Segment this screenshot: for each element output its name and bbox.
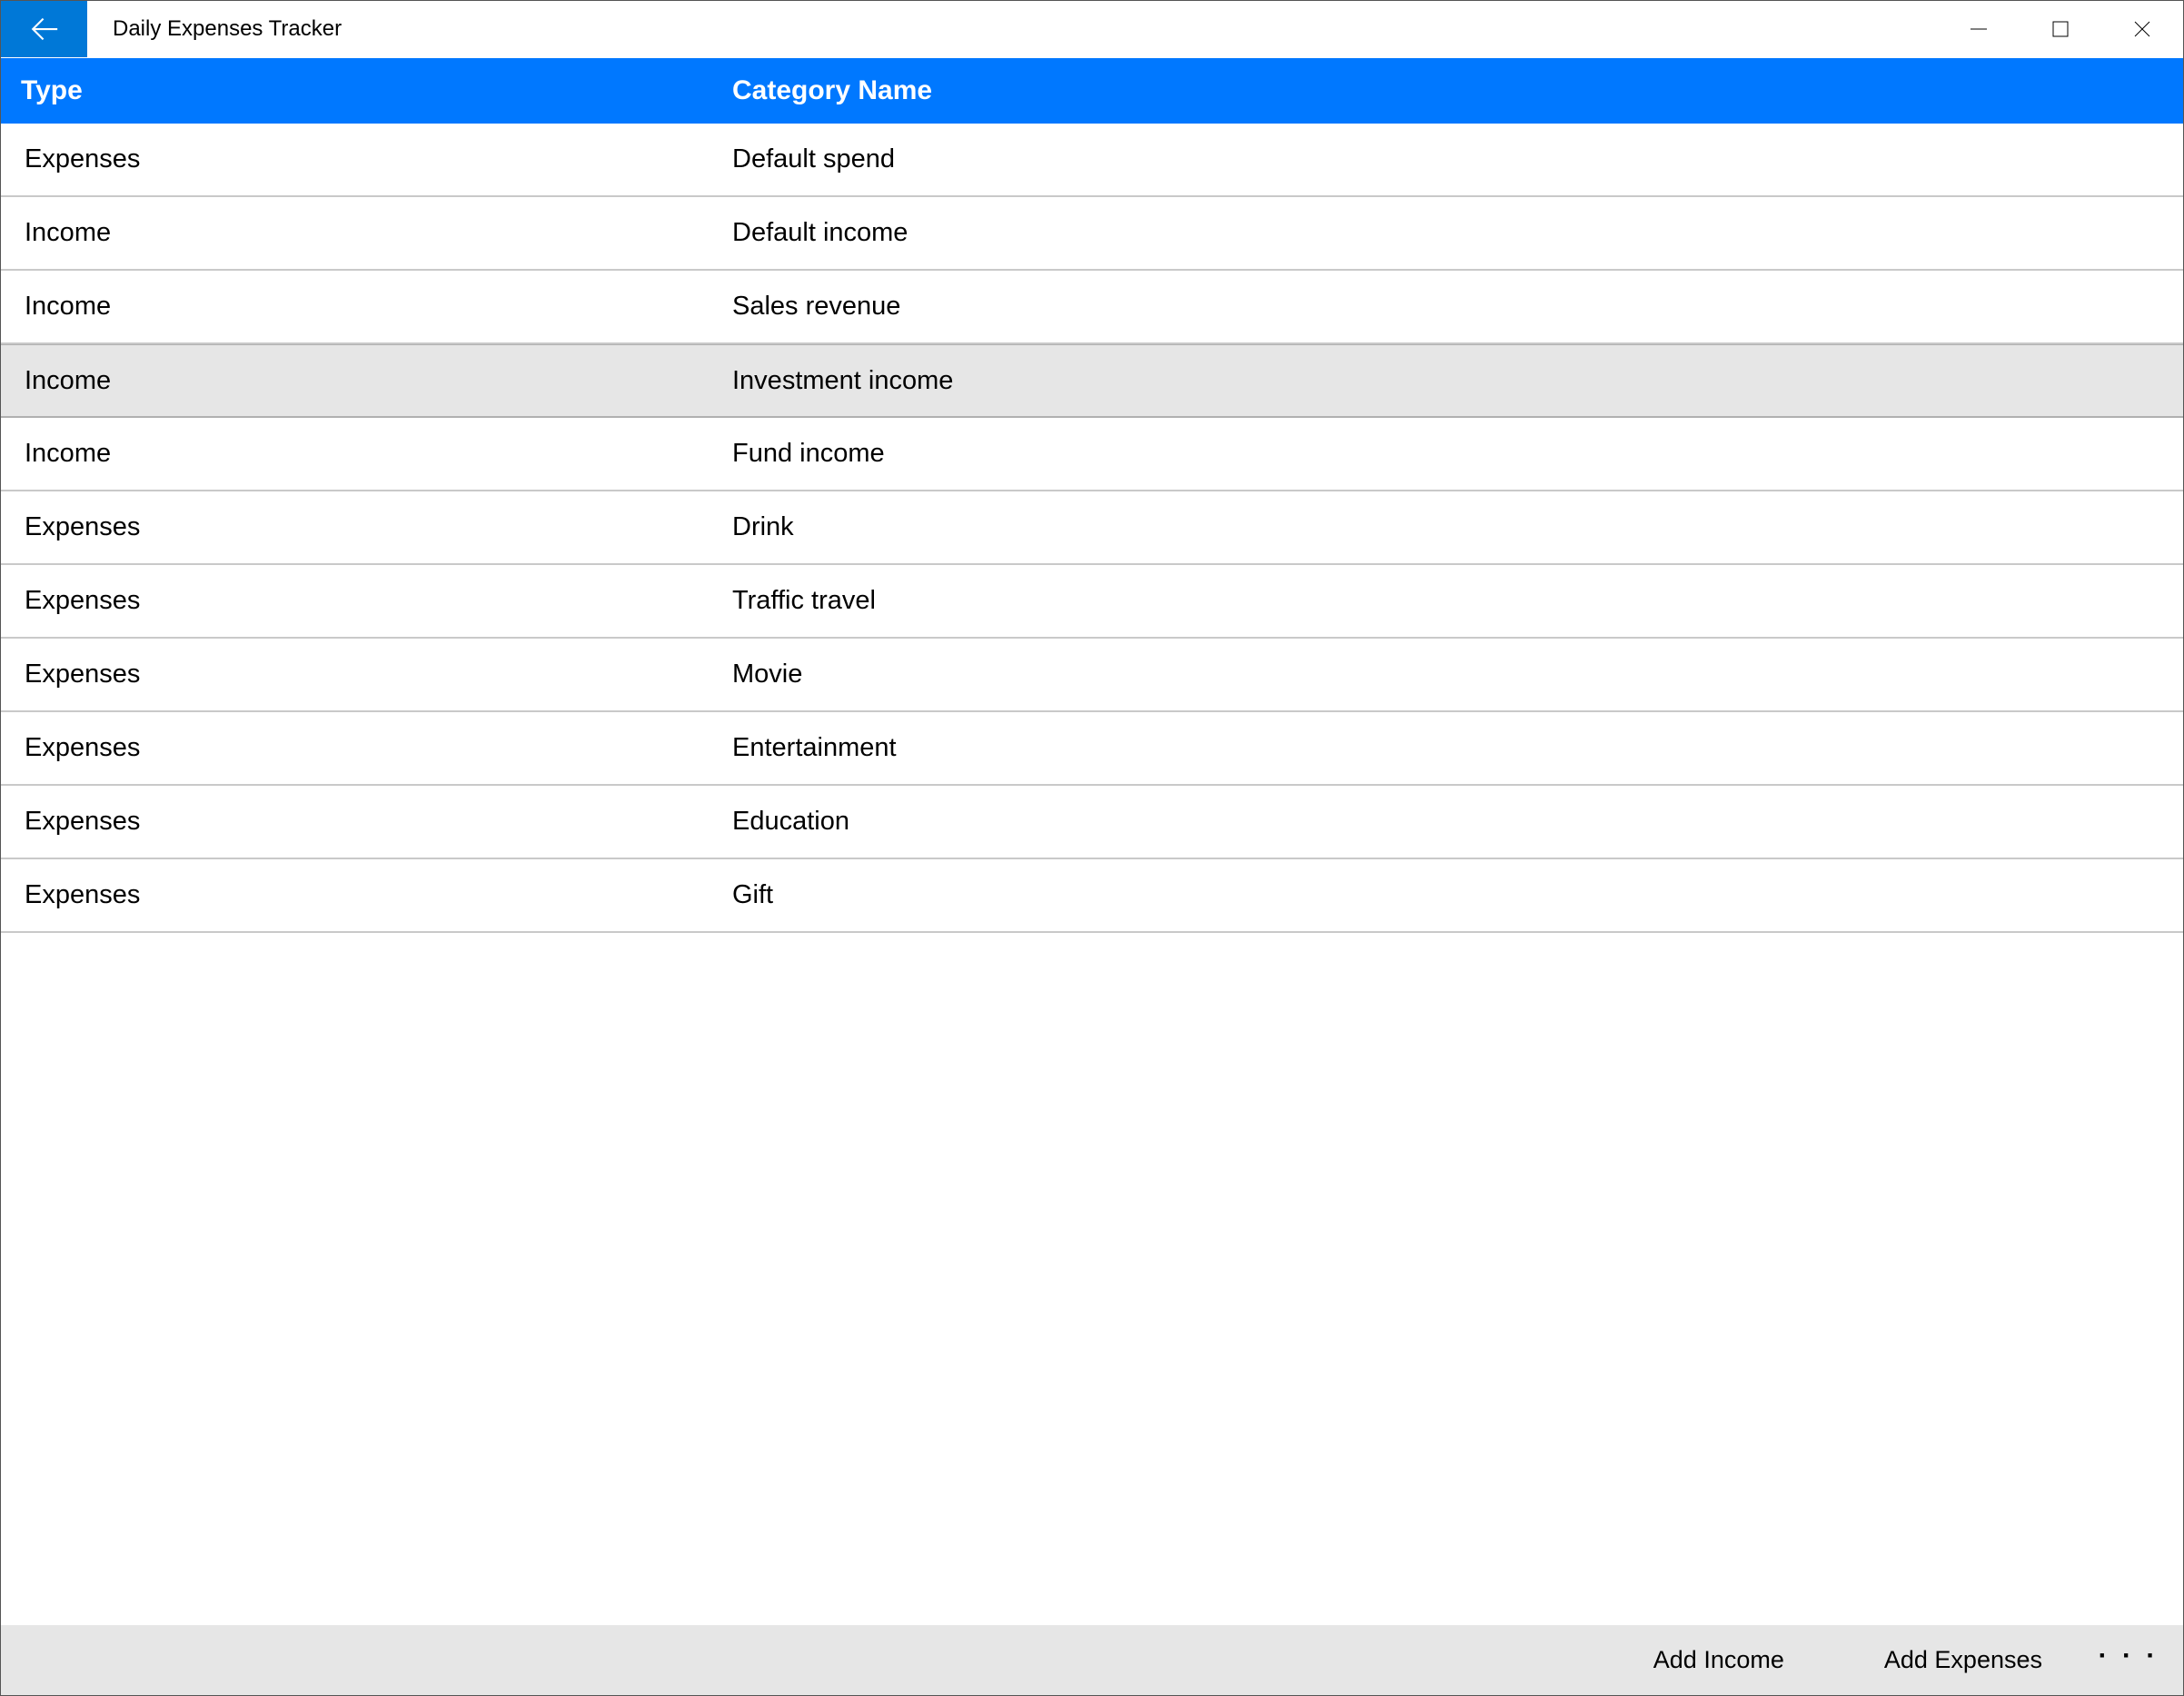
cell-name: Drink — [732, 512, 2163, 542]
cell-name: Fund income — [732, 439, 2163, 469]
table-row[interactable]: IncomeDefault income — [1, 197, 2183, 271]
table-row[interactable]: ExpensesDrink — [1, 491, 2183, 565]
cell-type: Expenses — [21, 807, 732, 837]
close-icon — [2133, 20, 2151, 38]
window-controls — [1938, 1, 2183, 57]
bottom-bar: Add Income Add Expenses · · · — [1, 1625, 2183, 1695]
cell-type: Expenses — [21, 586, 732, 616]
cell-name: Sales revenue — [732, 292, 2163, 322]
header-type: Type — [1, 75, 732, 106]
cell-type: Income — [21, 439, 732, 469]
header-name: Category Name — [732, 75, 2183, 106]
cell-name: Default spend — [732, 144, 2163, 174]
add-income-button[interactable]: Add Income — [1603, 1646, 1834, 1674]
table-row[interactable]: IncomeFund income — [1, 418, 2183, 491]
cell-name: Gift — [732, 880, 2163, 910]
minimize-button[interactable] — [1938, 1, 2020, 58]
cell-type: Expenses — [21, 512, 732, 542]
cell-type: Income — [21, 292, 732, 322]
table-row[interactable]: IncomeSales revenue — [1, 271, 2183, 344]
cell-name: Default income — [732, 218, 2163, 248]
cell-type: Expenses — [21, 660, 732, 689]
maximize-icon — [2051, 20, 2070, 38]
cell-name: Entertainment — [732, 733, 2163, 763]
minimize-icon — [1970, 20, 1988, 38]
more-button[interactable]: · · · — [2092, 1641, 2165, 1681]
table-row[interactable]: ExpensesEducation — [1, 786, 2183, 859]
maximize-button[interactable] — [2020, 1, 2101, 58]
cell-name: Movie — [732, 660, 2163, 689]
table-body: ExpensesDefault spendIncomeDefault incom… — [1, 124, 2183, 933]
cell-name: Investment income — [732, 366, 2163, 396]
more-icon: · · · — [2099, 1641, 2159, 1671]
table-row[interactable]: ExpensesDefault spend — [1, 124, 2183, 197]
cell-name: Traffic travel — [732, 586, 2163, 616]
table-header: Type Category Name — [1, 58, 2183, 124]
cell-type: Expenses — [21, 144, 732, 174]
cell-type: Income — [21, 366, 732, 396]
table-row[interactable]: IncomeInvestment income — [1, 344, 2183, 418]
window-title: Daily Expenses Tracker — [87, 1, 1938, 57]
back-button[interactable] — [1, 1, 87, 57]
table-row[interactable]: ExpensesEntertainment — [1, 712, 2183, 786]
titlebar: Daily Expenses Tracker — [1, 1, 2183, 58]
cell-type: Income — [21, 218, 732, 248]
table-row[interactable]: ExpensesTraffic travel — [1, 565, 2183, 639]
table-row[interactable]: ExpensesMovie — [1, 639, 2183, 712]
close-button[interactable] — [2101, 1, 2183, 58]
cell-name: Education — [732, 807, 2163, 837]
cell-type: Expenses — [21, 733, 732, 763]
cell-type: Expenses — [21, 880, 732, 910]
add-expenses-button[interactable]: Add Expenses — [1834, 1646, 2092, 1674]
back-arrow-icon — [29, 14, 60, 45]
table-row[interactable]: ExpensesGift — [1, 859, 2183, 933]
